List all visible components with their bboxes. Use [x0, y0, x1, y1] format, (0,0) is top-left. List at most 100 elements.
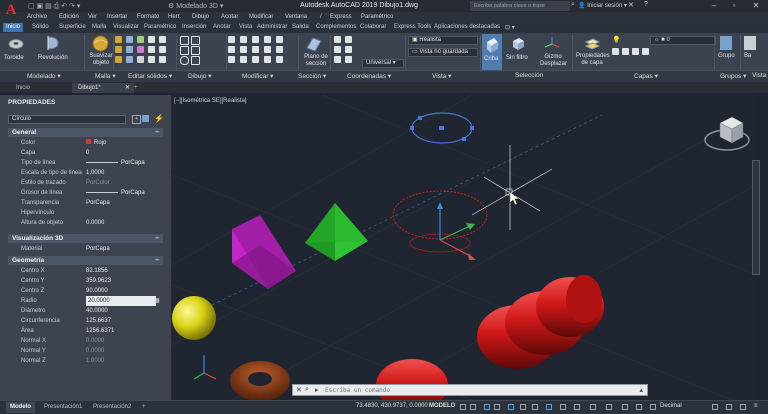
tab-anotar[interactable]: Anotar [213, 24, 231, 30]
ellipse-icon[interactable] [180, 56, 189, 65]
calculator-icon[interactable]: ▦ [154, 296, 160, 306]
search-icon[interactable]: ⌕ [571, 1, 575, 9]
quick-select-icon[interactable]: ⚡ [154, 114, 164, 123]
units-display[interactable]: Decimal [660, 403, 682, 409]
tab-superficie[interactable]: Superficie [59, 24, 86, 30]
property-row[interactable]: Diámetro 40.0000 [8, 306, 163, 316]
separate-icon[interactable] [137, 56, 144, 63]
mirror-icon[interactable] [240, 46, 247, 53]
property-row[interactable]: Hipervínculo [8, 208, 163, 218]
customize-icon[interactable]: ⌕ [305, 386, 309, 394]
menu-herr[interactable]: Herr. [168, 14, 181, 20]
quick-access-toolbar[interactable]: ▢ ▣ ▤ ⎙ ↶ ↷ ▾ [28, 2, 80, 11]
panel-grupos[interactable]: Grupos ▾ [720, 72, 746, 80]
polar-icon[interactable] [494, 404, 500, 410]
section-extract-icon[interactable] [334, 46, 341, 53]
lineweight-icon[interactable] [532, 404, 538, 410]
tab-presentacion1[interactable]: Presentación1 [40, 402, 86, 413]
section-add-jog-icon[interactable] [334, 36, 341, 43]
layer-dropdown[interactable]: ☼ ■ 0 [650, 36, 716, 45]
propiedades-capa-button[interactable] [584, 36, 601, 52]
property-row[interactable]: Grosor de línea PorCapa [8, 188, 163, 198]
gizmo-z-arrow[interactable] [437, 202, 443, 209]
navigation-bar[interactable] [752, 160, 760, 275]
trim-icon[interactable] [264, 36, 271, 43]
panel-editar-solidos[interactable]: Editar sólidos ▾ [128, 72, 172, 80]
panel-coordenadas[interactable]: Coordenadas ▾ [347, 72, 391, 80]
circle-grips[interactable] [410, 116, 474, 141]
layer-uniso-icon[interactable] [622, 48, 629, 55]
tab-visualizar[interactable]: Visualizar [113, 24, 139, 30]
tab-complementos[interactable]: Complementos [316, 24, 356, 30]
command-input[interactable]: Escriba un comando [325, 387, 390, 394]
slice-icon[interactable] [148, 36, 155, 43]
circle-icon[interactable] [159, 46, 166, 53]
menu-parametrico[interactable]: Paramétrico [361, 14, 393, 20]
ucs-dropdown[interactable]: Universal ▾ [362, 59, 404, 68]
toggle-pickadd-icon[interactable]: + [132, 115, 141, 124]
mesh-smooth-more-icon[interactable] [115, 36, 122, 43]
menu-express[interactable]: Express [330, 14, 352, 20]
cylinder-solid[interactable] [477, 275, 604, 369]
dynamic-ucs-icon[interactable] [590, 404, 596, 410]
align-icon[interactable] [276, 36, 283, 43]
copy-icon[interactable] [240, 36, 247, 43]
help-icon[interactable]: ? [644, 1, 648, 8]
menu-ventana[interactable]: Ventana [285, 14, 307, 20]
gizmo-desplazar-button[interactable] [544, 36, 560, 52]
menu-edicion[interactable]: Edición [59, 14, 79, 20]
panel-malla[interactable]: Malla ▾ [95, 72, 116, 80]
layer-freeze-icon[interactable] [642, 48, 649, 55]
panel-capas[interactable]: Capas ▾ [634, 72, 658, 80]
plano-seccion-button[interactable] [305, 36, 322, 53]
property-row[interactable]: Circunferencia 125.6637 [8, 316, 163, 326]
property-row[interactable]: Estilo de trazado PorColor [8, 178, 163, 188]
hatch-icon[interactable] [191, 36, 200, 45]
menu-acotar[interactable]: Acotar [221, 14, 238, 20]
ucs-world-icon[interactable] [345, 36, 352, 43]
tab-aplicaciones-destacadas[interactable]: Aplicaciones destacadas [434, 24, 500, 30]
view-dropdown[interactable]: ▭ Vista no guardada [408, 48, 478, 57]
section-geometria[interactable]: Geometría − [8, 256, 163, 265]
arc-icon[interactable] [159, 56, 166, 63]
polyline-icon[interactable] [159, 36, 166, 43]
menu-archivo[interactable]: Archivo [27, 14, 47, 20]
tab-insercion[interactable]: Inserción [182, 24, 206, 30]
property-row[interactable]: Color Rojo [8, 138, 163, 148]
criba-button[interactable]: Criba [482, 34, 502, 70]
property-row[interactable]: Normal Y 0.0000 [8, 346, 163, 356]
menu-insertar[interactable]: Insertar [107, 14, 127, 20]
tab-express-tools[interactable]: Express Tools [394, 24, 431, 30]
tab-modelo[interactable]: Modelo [6, 402, 35, 413]
mesh-smooth-less-icon[interactable] [115, 46, 122, 53]
gizmo-x-arrow[interactable] [468, 253, 476, 260]
menu-formato[interactable]: Formato [137, 14, 159, 20]
collapse-icon[interactable]: − [155, 128, 159, 137]
explode-icon[interactable] [264, 46, 271, 53]
panel-modificar[interactable]: Modificar ▾ [242, 72, 273, 80]
sign-in-button[interactable]: 👤 Iniciar sesión ▾ [578, 2, 627, 9]
point-icon[interactable] [191, 56, 200, 65]
customize-menu-icon[interactable]: ≡ [754, 403, 758, 409]
property-row[interactable]: Normal X 0.0000 [8, 336, 163, 346]
interfere-icon[interactable] [148, 56, 155, 63]
tab-malla[interactable]: Malla [92, 24, 106, 30]
property-row[interactable]: Centro Y 359.9623 [8, 276, 163, 286]
property-row[interactable]: Material PorCapa [8, 244, 163, 254]
layer-off-icon[interactable] [632, 48, 639, 55]
property-row[interactable]: Escala de tipo de línea 1.0000 [8, 168, 163, 178]
panel-vista[interactable]: Vista ▾ [432, 72, 451, 80]
annotation-icon[interactable] [622, 404, 628, 410]
base-view-icon[interactable] [744, 36, 756, 50]
property-row[interactable]: Centro X 82.1856 [8, 266, 163, 276]
torus-solid[interactable] [230, 361, 290, 400]
tab-solido[interactable]: Sólido [32, 24, 49, 30]
menu-dibujo[interactable]: Dibujo [192, 14, 209, 20]
panel-seleccion[interactable]: Selección [515, 72, 543, 79]
coordinates-readout[interactable]: 73.4830, 430.9737, 0.0000 [356, 403, 428, 409]
offset-icon[interactable] [252, 56, 259, 63]
menu-modificar[interactable]: Modificar [249, 14, 273, 20]
move-icon[interactable] [228, 36, 235, 43]
pyramid-solid[interactable] [305, 203, 368, 261]
tab-vista[interactable]: Vista [239, 24, 252, 30]
